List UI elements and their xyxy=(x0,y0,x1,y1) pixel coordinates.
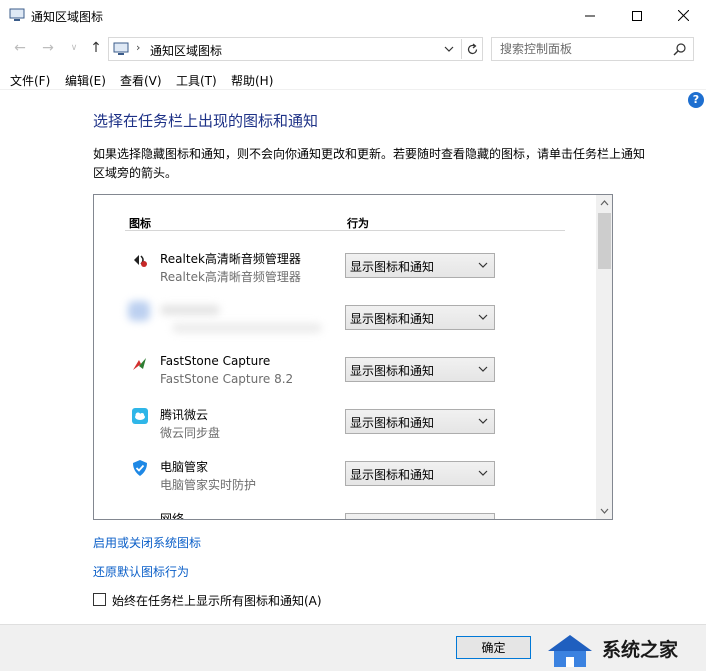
chevron-down-icon xyxy=(478,262,488,268)
list-item: 显示图标和通知 xyxy=(94,297,594,349)
maximize-icon xyxy=(632,10,642,21)
app-description: 电脑管家实时防护 xyxy=(160,478,257,492)
watermark-text: 系统之家 xyxy=(602,639,679,661)
app-name: 网络 xyxy=(160,512,185,520)
chevron-down-icon xyxy=(478,314,488,320)
behavior-value: 显示图标和通知 xyxy=(350,312,435,326)
close-button[interactable] xyxy=(660,0,706,31)
chevron-down-icon[interactable] xyxy=(442,42,456,56)
minimize-button[interactable] xyxy=(567,0,613,31)
menu-file[interactable]: 文件(F) xyxy=(10,72,50,89)
navigation-bar: ← → ∨ ↑ › 通知区域图标 xyxy=(0,34,706,62)
up-arrow-icon[interactable]: ↑ xyxy=(88,39,104,57)
column-header-icons: 图标 xyxy=(129,217,151,230)
page-title: 选择在任务栏上出现的图标和通知 xyxy=(93,112,319,130)
app-name: 腾讯微云 xyxy=(160,408,209,422)
menu-bar: 文件(F) 编辑(E) 查看(V) 工具(T) 帮助(H) xyxy=(0,68,706,90)
list-scrollbar[interactable] xyxy=(596,195,612,519)
forward-arrow-icon[interactable]: → xyxy=(40,39,56,57)
scroll-down-icon[interactable] xyxy=(600,508,609,514)
list-item: FastStone Capture FastStone Capture 8.2 … xyxy=(94,349,594,401)
back-arrow-icon[interactable]: ← xyxy=(12,39,28,57)
dialog-footer: 确定 系统之家 xyxy=(0,624,706,671)
blurred-app-name xyxy=(160,305,220,315)
control-panel-icon xyxy=(113,42,129,55)
menu-tools[interactable]: 工具(T) xyxy=(176,72,217,89)
scrollbar-thumb[interactable] xyxy=(598,213,611,269)
behavior-dropdown[interactable]: 显示图标和通知 xyxy=(345,461,495,486)
ok-button[interactable]: 确定 xyxy=(456,636,531,659)
always-show-all-icons-checkbox[interactable] xyxy=(93,593,106,606)
blurred-app-description xyxy=(172,323,322,333)
minimize-icon xyxy=(585,15,595,16)
checkbox-label: 始终在任务栏上显示所有图标和通知(A) xyxy=(112,594,322,608)
header-divider xyxy=(125,230,565,231)
app-description: Realtek高清晰音频管理器 xyxy=(160,270,301,284)
app-description: 微云同步盘 xyxy=(160,426,221,440)
refresh-icon xyxy=(467,43,478,54)
behavior-value: 显示图标和通知 xyxy=(350,260,435,274)
app-name: 电脑管家 xyxy=(160,460,209,474)
list-item: 电脑管家 电脑管家实时防护 显示图标和通知 xyxy=(94,453,594,505)
menu-edit[interactable]: 编辑(E) xyxy=(65,72,106,89)
app-description: FastStone Capture 8.2 xyxy=(160,372,294,386)
notification-icons-list: 图标 行为 Realtek高清晰音频管理器 Realtek高清晰音频管理器 显示… xyxy=(93,194,613,520)
chevron-right-icon: › xyxy=(136,41,141,54)
watermark-logo: 系统之家 xyxy=(538,627,706,671)
column-header-behavior: 行为 xyxy=(347,217,369,230)
recent-locations-icon[interactable]: ∨ xyxy=(66,39,82,57)
title-bar: 通知区域图标 xyxy=(0,0,706,31)
house-logo-icon xyxy=(548,635,592,667)
search-box xyxy=(491,37,694,61)
behavior-dropdown[interactable]: 显示图标和通知 xyxy=(345,305,495,330)
close-icon xyxy=(677,10,689,21)
menu-view[interactable]: 查看(V) xyxy=(120,72,162,89)
faststone-capture-icon xyxy=(133,358,146,370)
breadcrumb[interactable]: 通知区域图标 xyxy=(150,42,222,59)
behavior-value: 显示图标和通知 xyxy=(350,416,435,430)
app-name: Realtek高清晰音频管理器 xyxy=(160,252,301,266)
behavior-dropdown[interactable]: 显示图标和通知 xyxy=(345,357,495,382)
list-item: Realtek高清晰音频管理器 Realtek高清晰音频管理器 显示图标和通知 xyxy=(94,245,594,297)
speaker-icon xyxy=(134,255,147,267)
list-item: 网络 xyxy=(94,505,594,520)
search-icon[interactable] xyxy=(673,42,687,56)
chevron-down-icon xyxy=(478,366,488,372)
address-bar[interactable]: › 通知区域图标 xyxy=(108,37,483,61)
list-item: 腾讯微云 微云同步盘 显示图标和通知 xyxy=(94,401,594,453)
page-description: 如果选择隐藏图标和通知，则不会向你通知更改和更新。若要随时查看隐藏的图标，请单击… xyxy=(93,147,646,180)
scroll-up-icon[interactable] xyxy=(600,200,609,206)
behavior-dropdown[interactable]: 显示图标和通知 xyxy=(345,409,495,434)
behavior-dropdown[interactable]: 显示图标和通知 xyxy=(345,253,495,278)
system-icons-link[interactable]: 启用或关闭系统图标 xyxy=(93,534,201,551)
window-title: 通知区域图标 xyxy=(31,10,104,24)
chevron-down-icon xyxy=(478,418,488,424)
pc-manager-shield-icon xyxy=(133,460,147,476)
restore-default-link[interactable]: 还原默认图标行为 xyxy=(93,563,189,580)
search-input[interactable] xyxy=(492,38,672,60)
behavior-value: 显示图标和通知 xyxy=(350,468,435,482)
maximize-button[interactable] xyxy=(614,0,660,31)
control-panel-icon xyxy=(9,8,25,21)
behavior-value: 显示图标和通知 xyxy=(350,364,435,378)
behavior-dropdown[interactable] xyxy=(345,513,495,519)
blurred-app-icon xyxy=(128,301,150,321)
weiyun-cloud-icon xyxy=(132,408,148,424)
refresh-button[interactable] xyxy=(461,39,483,59)
help-icon[interactable]: ? xyxy=(688,92,704,108)
app-name: FastStone Capture xyxy=(160,354,271,368)
menu-help[interactable]: 帮助(H) xyxy=(231,72,273,89)
chevron-down-icon xyxy=(478,470,488,476)
